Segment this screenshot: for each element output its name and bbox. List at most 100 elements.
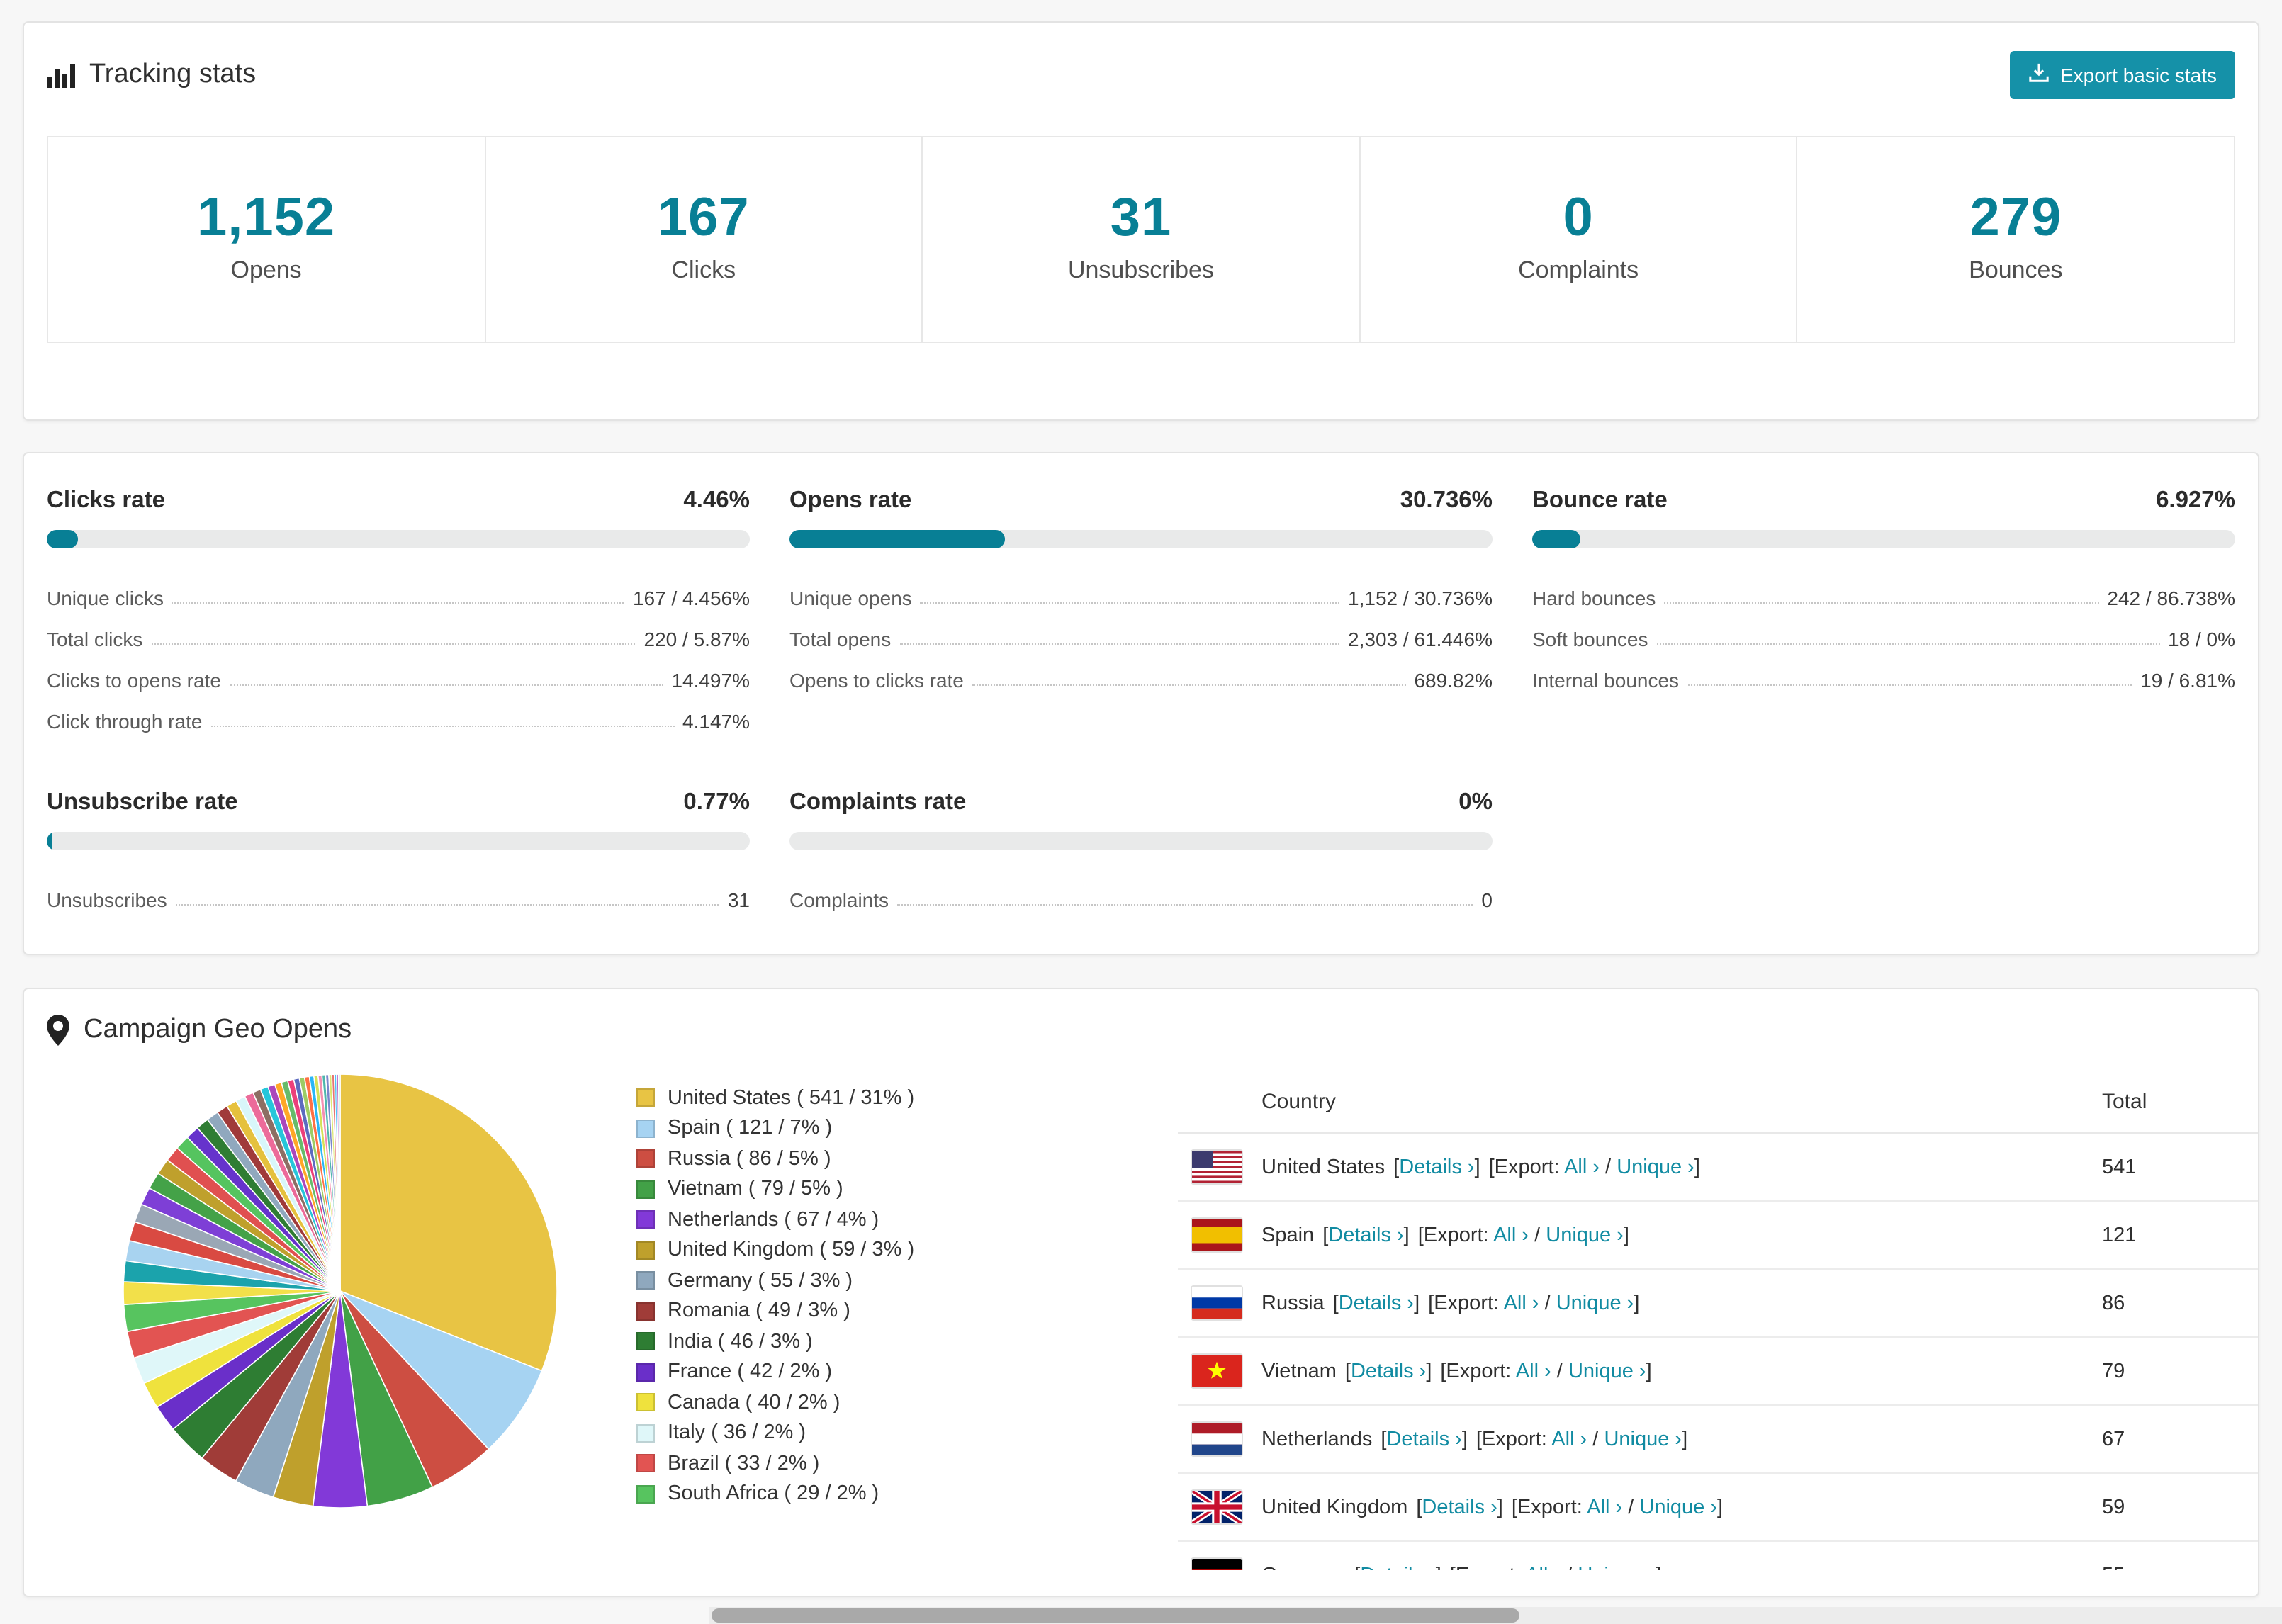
export-links-group: [Export: All › / Unique ›] [1488, 1156, 1700, 1178]
progress-fill [47, 530, 79, 548]
stat-value: 167 [657, 188, 750, 248]
rate-row-total-clicks: Total clicks 220 / 5.87% [47, 609, 750, 650]
legend-label: Italy ( 36 / 2% ) [668, 1421, 806, 1445]
flag-vn-icon [1192, 1355, 1242, 1387]
export-basic-stats-button[interactable]: Export basic stats [2009, 51, 2235, 99]
rate-title: Opens rate [789, 487, 912, 513]
rate-row-value: 18 / 0% [2168, 628, 2235, 650]
export-links-group: [Export: All › / Unique ›] [1511, 1496, 1724, 1518]
stat-label: Clicks [671, 256, 736, 283]
legend-item-netherlands[interactable]: Netherlands ( 67 / 4% ) [636, 1205, 1050, 1235]
rate-row-total-opens: Total opens 2,303 / 61.446% [789, 609, 1493, 650]
rates-card: Clicks rate 4.46% Unique clicks 167 / 4.… [23, 452, 2259, 955]
export-unique-link[interactable]: Unique › [1546, 1224, 1624, 1246]
export-links-group: [Export: All › / Unique ›] [1450, 1564, 1661, 1570]
legend-label: United Kingdom ( 59 / 3% ) [668, 1239, 915, 1262]
export-all-link[interactable]: All › [1587, 1496, 1622, 1518]
rate-row-label: Unique clicks [47, 587, 164, 609]
export-unique-link[interactable]: Unique › [1604, 1428, 1682, 1450]
legend-item-spain[interactable]: Spain ( 121 / 7% ) [636, 1113, 1050, 1144]
geo-table-wrap: Country Total United States [Details ›] … [1178, 1071, 2258, 1570]
rate-row-unique-opens: Unique opens 1,152 / 30.736% [789, 568, 1493, 609]
rate-value: 4.46% [683, 487, 750, 513]
details-link[interactable]: Details › [1328, 1224, 1403, 1246]
rate-title: Bounce rate [1532, 487, 1668, 513]
details-link[interactable]: Details › [1422, 1496, 1497, 1518]
export-unique-link[interactable]: Unique › [1617, 1156, 1694, 1178]
export-all-link[interactable]: All › [1564, 1156, 1600, 1178]
export-all-link[interactable]: All › [1493, 1224, 1529, 1246]
country-total: 121 [2102, 1201, 2258, 1270]
dotted-leader [1656, 643, 2160, 645]
stat-label: Unsubscribes [1067, 256, 1214, 283]
legend-item-vietnam[interactable]: Vietnam ( 79 / 5% ) [636, 1174, 1050, 1205]
legend-item-germany[interactable]: Germany ( 55 / 3% ) [636, 1265, 1050, 1296]
horizontal-scrollbar-thumb[interactable] [712, 1608, 1519, 1623]
rate-value: 0.77% [683, 789, 750, 815]
legend-item-canada[interactable]: Canada ( 40 / 2% ) [636, 1387, 1050, 1418]
export-unique-link[interactable]: Unique › [1568, 1360, 1646, 1382]
legend-swatch [636, 1241, 655, 1260]
unsubscribe-rate-block: Unsubscribe rate 0.77% Unsubscribes 31 [47, 789, 750, 911]
campaign-geo-opens-card: Campaign Geo Opens United States ( 541 /… [23, 988, 2259, 1597]
country-total: 86 [2102, 1269, 2258, 1338]
geo-table: Country Total United States [Details ›] … [1178, 1071, 2258, 1570]
rate-row-soft-bounces: Soft bounces 18 / 0% [1532, 609, 2235, 650]
export-unique-link[interactable]: Unique › [1639, 1496, 1717, 1518]
geo-pie-chart[interactable] [120, 1071, 560, 1511]
legend-label: France ( 42 / 2% ) [668, 1360, 833, 1384]
geo-table-row-vietnam: Vietnam [Details ›] [Export: All › / Uni… [1178, 1337, 2258, 1406]
legend-swatch [636, 1484, 655, 1504]
legend-item-romania[interactable]: Romania ( 49 / 3% ) [636, 1296, 1050, 1326]
rate-row-value: 14.497% [671, 669, 750, 692]
rate-row-label: Total clicks [47, 628, 143, 650]
rate-row-unsubscribes: Unsubscribes 31 [47, 870, 750, 911]
country-name: Vietnam [1261, 1360, 1337, 1382]
details-link[interactable]: Details › [1386, 1428, 1461, 1450]
details-link[interactable]: Details › [1360, 1564, 1435, 1570]
legend-label: Vietnam ( 79 / 5% ) [668, 1178, 843, 1201]
rate-value: 30.736% [1400, 487, 1493, 513]
bar-chart-icon [47, 62, 75, 88]
legend-item-france[interactable]: France ( 42 / 2% ) [636, 1357, 1050, 1387]
horizontal-scrollbar[interactable] [709, 1607, 2282, 1624]
details-link[interactable]: Details › [1339, 1292, 1414, 1314]
export-all-link[interactable]: All › [1504, 1292, 1539, 1314]
rate-row-complaints: Complaints 0 [789, 870, 1493, 911]
legend-item-russia[interactable]: Russia ( 86 / 5% ) [636, 1144, 1050, 1174]
stat-label: Complaints [1518, 256, 1639, 283]
legend-item-united-kingdom[interactable]: United Kingdom ( 59 / 3% ) [636, 1235, 1050, 1265]
legend-item-united-states[interactable]: United States ( 541 / 31% ) [636, 1083, 1050, 1113]
progress-fill [47, 832, 52, 850]
legend-swatch [636, 1210, 655, 1229]
rates-grid: Clicks rate 4.46% Unique clicks 167 / 4.… [47, 487, 2235, 911]
country-name: Russia [1261, 1292, 1325, 1314]
legend-label: South Africa ( 29 / 2% ) [668, 1482, 879, 1506]
export-all-link[interactable]: All › [1516, 1360, 1551, 1382]
legend-swatch [636, 1454, 655, 1473]
stat-opens: 1,152 Opens [48, 137, 484, 342]
geo-table-row-netherlands: Netherlands [Details ›] [Export: All › /… [1178, 1405, 2258, 1474]
rate-row-label: Clicks to opens rate [47, 669, 221, 692]
export-all-link[interactable]: All › [1551, 1428, 1587, 1450]
rate-row-value: 220 / 5.87% [643, 628, 750, 650]
details-link[interactable]: Details › [1351, 1360, 1426, 1382]
progress-fill [1532, 530, 1581, 548]
geo-table-row-spain: Spain [Details ›] [Export: All › / Uniqu… [1178, 1201, 2258, 1270]
page: Tracking stats Export basic stats 1,152 … [0, 0, 2282, 1624]
country-name: United Kingdom [1261, 1496, 1408, 1518]
export-unique-link[interactable]: Unique › [1578, 1564, 1656, 1570]
country-name: United States [1261, 1156, 1386, 1178]
legend-swatch [636, 1149, 655, 1168]
legend-item-italy[interactable]: Italy ( 36 / 2% ) [636, 1418, 1050, 1448]
export-links-group: [Export: All › / Unique ›] [1428, 1292, 1640, 1314]
details-link[interactable]: Details › [1399, 1156, 1474, 1178]
legend-item-south-africa[interactable]: South Africa ( 29 / 2% ) [636, 1479, 1050, 1509]
export-unique-link[interactable]: Unique › [1556, 1292, 1634, 1314]
export-all-link[interactable]: All › [1525, 1564, 1561, 1570]
legend-item-india[interactable]: India ( 46 / 3% ) [636, 1326, 1050, 1357]
rate-row-value: 242 / 86.738% [2107, 587, 2235, 609]
legend-item-brazil[interactable]: Brazil ( 33 / 2% ) [636, 1448, 1050, 1479]
progress-fill [789, 530, 1006, 548]
details-link-group: [Details ›] [1381, 1428, 1468, 1450]
